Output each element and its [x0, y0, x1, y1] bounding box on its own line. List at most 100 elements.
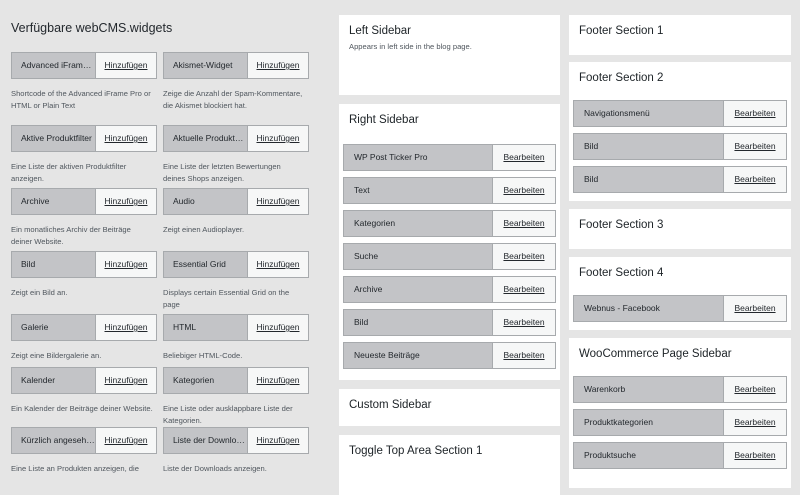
widget-bar[interactable]: Aktive Produktfilter Hinzufügen [11, 125, 157, 152]
edit-widget-button[interactable]: Bearbeiten [723, 410, 786, 435]
widget-name[interactable]: WP Post Ticker Pro [344, 145, 492, 170]
widget-bar[interactable]: Essential Grid Hinzufügen [163, 251, 309, 278]
add-widget-button[interactable]: Hinzufügen [247, 126, 308, 151]
add-widget-button[interactable]: Hinzufügen [95, 189, 156, 214]
edit-widget-button[interactable]: Bearbeiten [492, 277, 555, 302]
sidebar-widget-warenkorb[interactable]: Warenkorb Bearbeiten [573, 376, 787, 403]
sidebar-widget-bild[interactable]: Bild Bearbeiten [573, 133, 787, 160]
widget-name[interactable]: HTML [164, 315, 247, 340]
sidebar-widget-produktsuche[interactable]: Produktsuche Bearbeiten [573, 442, 787, 469]
sidebar-title[interactable]: Right Sidebar [339, 104, 560, 126]
widget-name[interactable]: Aktive Produktfilter [12, 126, 95, 151]
widget-bar[interactable]: Audio Hinzufügen [163, 188, 309, 215]
available-widget-audio: Audio Hinzufügen Zeigt einen Audioplayer. [163, 188, 309, 236]
edit-widget-button[interactable]: Bearbeiten [492, 343, 555, 368]
edit-widget-button[interactable]: Bearbeiten [492, 145, 555, 170]
edit-widget-button[interactable]: Bearbeiten [723, 443, 786, 468]
add-widget-button[interactable]: Hinzufügen [95, 252, 156, 277]
add-widget-button[interactable]: Hinzufügen [95, 53, 156, 78]
widget-name[interactable]: Akismet-Widget [164, 53, 247, 78]
widget-name[interactable]: Warenkorb [574, 377, 723, 402]
widget-bar[interactable]: Aktuelle ProduktbewertungenHinzufügen [163, 125, 309, 152]
sidebar-widget-bild[interactable]: Bild Bearbeiten [343, 309, 556, 336]
widget-name[interactable]: Kategorien [344, 211, 492, 236]
widget-name[interactable]: Archive [12, 189, 95, 214]
add-widget-button[interactable]: Hinzufügen [95, 126, 156, 151]
widget-bar[interactable]: Archive Hinzufügen [11, 188, 157, 215]
sidebar-title[interactable]: Footer Section 3 [569, 209, 791, 231]
widget-name[interactable]: Essential Grid [164, 252, 247, 277]
sidebar-title[interactable]: WooCommerce Page Sidebar [569, 338, 791, 360]
widget-name[interactable]: Kalender [12, 368, 95, 393]
edit-widget-button[interactable]: Bearbeiten [492, 244, 555, 269]
widget-name[interactable]: Advanced iFrame Pro [12, 53, 95, 78]
sidebar-widget-navigationsmenu[interactable]: Navigationsmenü Bearbeiten [573, 100, 787, 127]
sidebar-panel-footer-section-4: Footer Section 4 Webnus - Facebook Bearbei… [569, 257, 791, 330]
sidebar-widget-webnus-facebook[interactable]: Webnus - Facebook Bearbeiten [573, 295, 787, 322]
add-widget-button[interactable]: Hinzufügen [95, 428, 156, 453]
edit-widget-button[interactable]: Bearbeiten [492, 310, 555, 335]
widget-name[interactable]: Archive [344, 277, 492, 302]
sidebar-title[interactable]: Left Sidebar [339, 15, 560, 37]
widget-bar[interactable]: Akismet-Widget Hinzufügen [163, 52, 309, 79]
sidebar-widget-wp-post-ticker-pro[interactable]: WP Post Ticker Pro Bearbeiten [343, 144, 556, 171]
edit-widget-button[interactable]: Bearbeiten [492, 178, 555, 203]
sidebar-title[interactable]: Custom Sidebar [339, 389, 560, 411]
edit-widget-button[interactable]: Bearbeiten [492, 211, 555, 236]
widget-bar[interactable]: Liste der Downloads Hinzufügen [163, 427, 309, 454]
widget-name[interactable]: Bild [12, 252, 95, 277]
sidebar-widget-bild[interactable]: Bild Bearbeiten [573, 166, 787, 193]
edit-widget-button[interactable]: Bearbeiten [723, 134, 786, 159]
sidebar-widget-produktkategorien[interactable]: Produktkategorien Bearbeiten [573, 409, 787, 436]
add-widget-button[interactable]: Hinzufügen [247, 428, 308, 453]
widget-bar[interactable]: Galerie Hinzufügen [11, 314, 157, 341]
widget-name[interactable]: Audio [164, 189, 247, 214]
edit-widget-button[interactable]: Bearbeiten [723, 377, 786, 402]
sidebar-title[interactable]: Footer Section 2 [569, 62, 791, 84]
edit-widget-button[interactable]: Bearbeiten [723, 296, 786, 321]
sidebar-widget-archive[interactable]: Archive Bearbeiten [343, 276, 556, 303]
sidebar-widget-kategorien[interactable]: Kategorien Bearbeiten [343, 210, 556, 237]
widget-name[interactable]: Bild [574, 167, 723, 192]
add-widget-button[interactable]: Hinzufügen [247, 53, 308, 78]
sidebar-title[interactable]: Toggle Top Area Section 1 [339, 435, 560, 457]
widget-name[interactable]: Neueste Beiträge [344, 343, 492, 368]
sidebar-widget-list: Navigationsmenü Bearbeiten Bild Bearbeiten B… [573, 100, 787, 199]
widget-bar[interactable]: HTML Hinzufügen [163, 314, 309, 341]
sidebar-widget-neueste-beitrage[interactable]: Neueste Beiträge Bearbeiten [343, 342, 556, 369]
add-widget-button[interactable]: Hinzufügen [95, 368, 156, 393]
widget-name[interactable]: Liste der Downloads [164, 428, 247, 453]
widget-bar[interactable]: Kalender Hinzufügen [11, 367, 157, 394]
widget-name[interactable]: Bild [344, 310, 492, 335]
widget-bar[interactable]: Advanced iFrame Pro Hinzufügen [11, 52, 157, 79]
widget-name[interactable]: Produktsuche [574, 443, 723, 468]
widget-name[interactable]: Navigationsmenü [574, 101, 723, 126]
sidebar-widget-suche[interactable]: Suche Bearbeiten [343, 243, 556, 270]
available-widget-bild: Bild Hinzufügen Zeigt ein Bild an. [11, 251, 157, 299]
widget-name[interactable]: Kategorien [164, 368, 247, 393]
widget-name[interactable]: Galerie [12, 315, 95, 340]
add-widget-button[interactable]: Hinzufügen [247, 315, 308, 340]
widget-description: Zeigt ein Bild an. [11, 288, 68, 297]
widget-name[interactable]: Suche [344, 244, 492, 269]
sidebar-widget-list: Warenkorb Bearbeiten Produktkategorien Bear… [573, 376, 787, 475]
widget-bar[interactable]: Kategorien Hinzufügen [163, 367, 309, 394]
widget-bar[interactable]: Bild Hinzufügen [11, 251, 157, 278]
widget-bar[interactable]: Kürzlich angesehene ProdukteHinzufügen [11, 427, 157, 454]
sidebar-widget-text[interactable]: Text Bearbeiten [343, 177, 556, 204]
sidebars-column-right: Footer Section 1 Footer Section 2 Navigati… [569, 0, 791, 488]
widget-name[interactable]: Bild [574, 134, 723, 159]
edit-widget-button[interactable]: Bearbeiten [723, 101, 786, 126]
widget-name[interactable]: Produktkategorien [574, 410, 723, 435]
widget-name[interactable]: Webnus - Facebook [574, 296, 723, 321]
add-widget-button[interactable]: Hinzufügen [95, 315, 156, 340]
sidebar-title[interactable]: Footer Section 1 [569, 15, 791, 37]
widget-name[interactable]: Text [344, 178, 492, 203]
add-widget-button[interactable]: Hinzufügen [247, 252, 308, 277]
widget-name[interactable]: Kürzlich angesehene Produkte [12, 428, 95, 453]
add-widget-button[interactable]: Hinzufügen [247, 368, 308, 393]
add-widget-button[interactable]: Hinzufügen [247, 189, 308, 214]
widget-name[interactable]: Aktuelle Produktbewertungen [164, 126, 247, 151]
edit-widget-button[interactable]: Bearbeiten [723, 167, 786, 192]
sidebar-title[interactable]: Footer Section 4 [569, 257, 791, 279]
